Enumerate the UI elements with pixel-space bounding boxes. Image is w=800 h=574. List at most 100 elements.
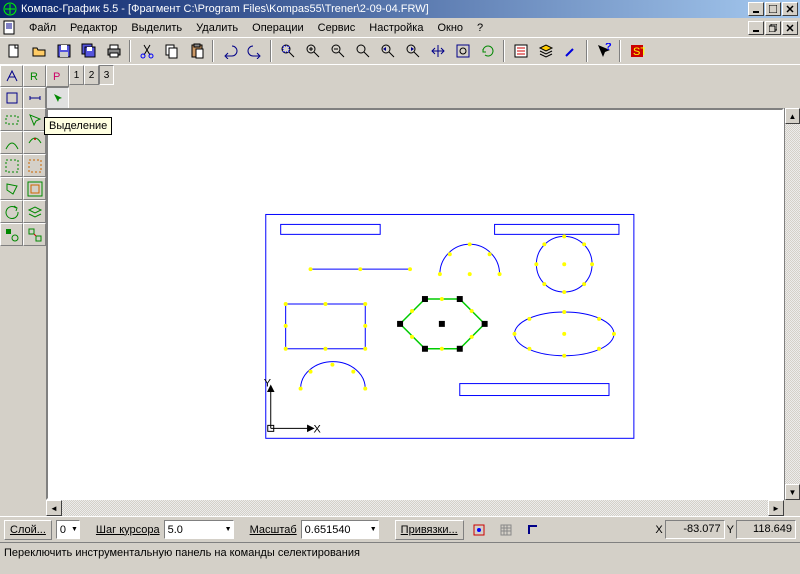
refresh-icon[interactable] xyxy=(476,40,499,62)
zoom-all-icon[interactable] xyxy=(451,40,474,62)
sel-rect-icon[interactable] xyxy=(0,108,23,131)
svg-text:ST: ST xyxy=(633,46,645,58)
sel-curve-icon[interactable] xyxy=(23,131,46,154)
workspace: X Y ▲ ▼ xyxy=(0,108,800,500)
titlebar: Компас-График 5.5 - [Фрагмент C:\Program… xyxy=(0,0,800,18)
sel-cross-icon[interactable] xyxy=(23,154,46,177)
scroll-right-icon[interactable]: ► xyxy=(768,500,784,516)
mdi-close-button[interactable] xyxy=(782,21,798,35)
help-icon[interactable]: ? xyxy=(592,40,615,62)
menu-file[interactable]: Файл xyxy=(22,20,63,36)
undo-icon[interactable] xyxy=(218,40,241,62)
layer-button[interactable]: Слой... xyxy=(4,520,52,540)
window-title: Компас-График 5.5 - [Фрагмент C:\Program… xyxy=(21,3,429,15)
step-field[interactable]: 5.0 ▼ xyxy=(164,520,234,539)
sel-all-icon[interactable] xyxy=(23,177,46,200)
mode-r[interactable]: R xyxy=(23,65,46,87)
scale-label: Масштаб xyxy=(250,524,297,536)
app-icon xyxy=(2,1,18,17)
x-label: X xyxy=(655,524,662,536)
menu-operations[interactable]: Операции xyxy=(245,20,310,36)
step-label: Шаг курсора xyxy=(96,524,160,536)
sel-poly-icon[interactable] xyxy=(0,177,23,200)
saveall-icon[interactable] xyxy=(77,40,100,62)
mode-dim[interactable] xyxy=(23,87,46,109)
coordinates: X -83.077 Y 118.649 xyxy=(655,520,796,539)
copy-icon[interactable] xyxy=(160,40,183,62)
open-icon[interactable] xyxy=(27,40,50,62)
statusbar: Переключить инструментальную панель на к… xyxy=(0,542,800,562)
vertical-scrollbar[interactable]: ▲ ▼ xyxy=(784,108,800,500)
mode-select-active[interactable] xyxy=(46,87,69,109)
redo-icon[interactable] xyxy=(243,40,266,62)
mode-toolbar: R P 1 2 3 xyxy=(0,64,800,108)
new-icon[interactable] xyxy=(2,40,25,62)
pan-icon[interactable] xyxy=(426,40,449,62)
menu-settings[interactable]: Настройка xyxy=(362,20,430,36)
menu-delete[interactable]: Удалить xyxy=(189,20,245,36)
page-3[interactable]: 3 xyxy=(99,65,114,85)
tools-icon[interactable] xyxy=(559,40,582,62)
scroll-up-icon[interactable]: ▲ xyxy=(785,108,800,124)
bottom-toolbar: Слой... 0 ▼ Шаг курсора 5.0 ▼ Масштаб 0.… xyxy=(0,516,800,542)
tooltip: Выделение xyxy=(44,117,112,135)
mdi-restore-button[interactable] xyxy=(765,21,781,35)
paste-icon[interactable] xyxy=(185,40,208,62)
save-icon[interactable] xyxy=(52,40,75,62)
layer-field[interactable]: 0 ▼ xyxy=(56,520,80,539)
mode-p[interactable]: P xyxy=(46,65,69,87)
ortho-icon[interactable] xyxy=(522,519,545,541)
scroll-left-icon[interactable]: ◄ xyxy=(46,500,62,516)
sel-group-icon[interactable] xyxy=(23,223,46,246)
layers-icon[interactable] xyxy=(534,40,557,62)
menu-editor[interactable]: Редактор xyxy=(63,20,124,36)
left-tool-panel xyxy=(0,108,46,500)
sel-point-icon[interactable] xyxy=(23,108,46,131)
maximize-button[interactable] xyxy=(765,2,781,16)
zoom-in-icon[interactable] xyxy=(301,40,324,62)
scale-field[interactable]: 0.651540 ▼ xyxy=(301,520,379,539)
x-value: -83.077 xyxy=(665,520,725,539)
menu-select[interactable]: Выделить xyxy=(124,20,189,36)
y-value: 118.649 xyxy=(736,520,796,539)
snap-button[interactable]: Привязки... xyxy=(395,520,464,540)
page-1[interactable]: 1 xyxy=(69,65,84,85)
zoom-out-icon[interactable] xyxy=(326,40,349,62)
print-icon[interactable] xyxy=(102,40,125,62)
page-2[interactable]: 2 xyxy=(84,65,99,85)
minimize-button[interactable] xyxy=(748,2,764,16)
cut-icon[interactable] xyxy=(135,40,158,62)
close-button[interactable] xyxy=(782,2,798,16)
scroll-track-v[interactable] xyxy=(785,124,800,484)
mode-a0[interactable] xyxy=(0,65,23,87)
mdi-minimize-button[interactable] xyxy=(748,21,764,35)
menu-window[interactable]: Окно xyxy=(430,20,470,36)
menubar: Файл Редактор Выделить Удалить Операции … xyxy=(0,18,800,37)
svg-text:Y: Y xyxy=(264,378,272,390)
sel-type-icon[interactable] xyxy=(0,223,23,246)
sel-window-icon[interactable] xyxy=(0,154,23,177)
stop-icon[interactable]: ST xyxy=(625,40,648,62)
zoom-prev-icon[interactable] xyxy=(376,40,399,62)
sel-line-icon[interactable] xyxy=(0,131,23,154)
drawing-canvas[interactable]: X Y xyxy=(46,108,784,500)
zoom-fit-icon[interactable] xyxy=(276,40,299,62)
zoom-window-icon[interactable] xyxy=(351,40,374,62)
scroll-down-icon[interactable]: ▼ xyxy=(785,484,800,500)
drawing-svg: X Y xyxy=(48,110,782,498)
window-controls xyxy=(748,2,798,16)
menu-help[interactable]: ? xyxy=(470,20,490,36)
sel-prev-icon[interactable] xyxy=(0,200,23,223)
scroll-track-h[interactable] xyxy=(62,500,768,516)
horizontal-scrollbar[interactable]: ◄ ► xyxy=(0,500,800,516)
grid-icon[interactable] xyxy=(495,519,518,541)
zoom-next-icon[interactable] xyxy=(401,40,424,62)
svg-text:R: R xyxy=(30,71,38,83)
properties-icon[interactable] xyxy=(509,40,532,62)
mode-geom[interactable] xyxy=(0,87,23,109)
y-label: Y xyxy=(727,524,734,536)
snap-toggle1-icon[interactable] xyxy=(468,519,491,541)
sel-layer-icon[interactable] xyxy=(23,200,46,223)
document-icon[interactable] xyxy=(2,20,18,36)
menu-service[interactable]: Сервис xyxy=(311,20,363,36)
